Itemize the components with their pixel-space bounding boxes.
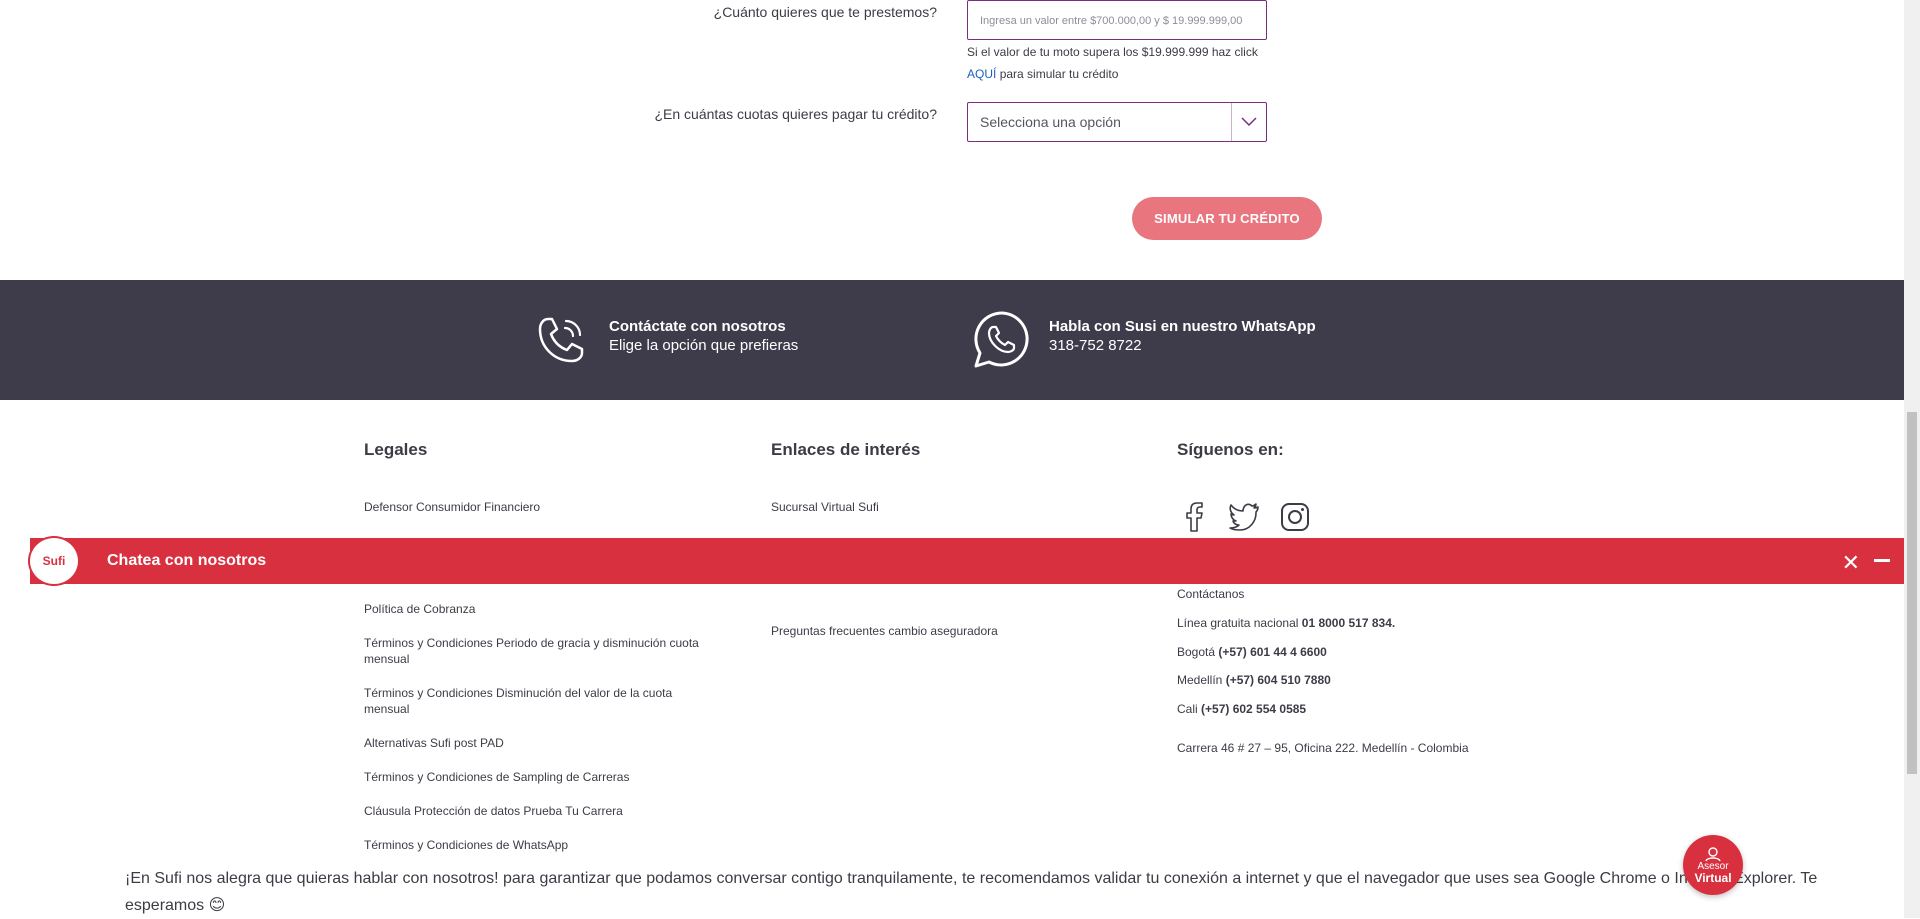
line-nacional-label: Línea gratuita nacional (1177, 616, 1299, 630)
legal-link-defensor[interactable]: Defensor Consumidor Financiero (364, 499, 540, 515)
line-bogota-value[interactable]: (+57) 601 44 4 6600 (1218, 645, 1326, 659)
installments-label: ¿En cuántas cuotas quieres pagar tu créd… (654, 106, 937, 122)
amount-input-wrapper (967, 0, 1268, 41)
link-preguntas-aseguradora[interactable]: Preguntas frecuentes cambio aseguradora (771, 623, 998, 639)
phone-icon[interactable] (534, 313, 588, 367)
instagram-icon[interactable] (1278, 500, 1312, 534)
sufi-logo: Sufi (30, 538, 78, 584)
simulate-credit-button[interactable]: SIMULAR TU CRÉDITO (1132, 197, 1322, 240)
line-bogota: Bogotá (+57) 601 44 4 6600 (1177, 645, 1327, 659)
amount-hint-text: Si el valor de tu moto supera los $19.99… (967, 45, 1258, 59)
siguenos-title: Síguenos en: (1177, 440, 1284, 459)
line-medellin-label: Medellín (1177, 673, 1223, 687)
line-nacional-value[interactable]: 01 8000 517 834. (1302, 616, 1395, 630)
contact-subtitle: Elige la opción que prefieras (609, 337, 799, 354)
line-nacional: Línea gratuita nacional 01 8000 517 834. (1177, 616, 1395, 630)
whatsapp-number[interactable]: 318-752 8722 (1049, 337, 1142, 354)
whatsapp-icon[interactable] (971, 309, 1033, 371)
amount-input[interactable] (968, 1, 1268, 41)
legal-link-proteccion-datos[interactable]: Cláusula Protección de datos Prueba Tu C… (364, 803, 623, 819)
installments-select[interactable]: Selecciona una opción (967, 102, 1267, 142)
close-icon[interactable]: ✕ (1842, 550, 1860, 576)
legal-link-disminucion-cuota[interactable]: Términos y Condiciones Disminución del v… (364, 685, 704, 717)
chevron-down-icon[interactable] (1231, 103, 1266, 141)
installments-selected: Selecciona una opción (980, 114, 1121, 130)
legales-title: Legales (364, 440, 428, 459)
chat-message: ¡En Sufi nos alegra que quieras hablar c… (125, 870, 1818, 914)
agent-icon (1705, 847, 1721, 862)
legal-link-periodo-gracia[interactable]: Términos y Condiciones Periodo de gracia… (364, 635, 714, 667)
whatsapp-title[interactable]: Habla con Susi en nuestro WhatsApp (1049, 318, 1316, 335)
amount-hint-line2: AQUÍ para simular tu crédito (967, 67, 1118, 81)
chat-title: Chatea con nosotros (107, 552, 267, 569)
asesor-virtual-button[interactable]: Asesor Virtual (1683, 835, 1743, 895)
legal-link-whatsapp[interactable]: Términos y Condiciones de WhatsApp (364, 837, 568, 853)
chat-header[interactable]: Sufi Chatea con nosotros ✕ (30, 538, 1904, 584)
link-sucursal-virtual[interactable]: Sucursal Virtual Sufi (771, 499, 879, 515)
contact-band (0, 280, 1904, 400)
line-medellin: Medellín (+57) 604 510 7880 (1177, 673, 1331, 687)
twitter-icon[interactable] (1227, 500, 1261, 534)
minimize-icon[interactable] (1874, 559, 1890, 562)
legal-link-cobranza[interactable]: Política de Cobranza (364, 601, 475, 617)
scrollbar-thumb[interactable] (1907, 412, 1917, 774)
virtual-label: Virtual (1694, 871, 1732, 885)
amount-hint-after: para simular tu crédito (999, 67, 1119, 81)
address: Carrera 46 # 27 – 95, Oficina 222. Medel… (1177, 741, 1469, 755)
legal-link-alternativas-pad[interactable]: Alternativas Sufi post PAD (364, 735, 504, 751)
legal-link-sampling-carreras[interactable]: Términos y Condiciones de Sampling de Ca… (364, 769, 629, 785)
amount-hint: Si el valor de tu moto supera los $19.99… (967, 45, 1287, 59)
line-bogota-label: Bogotá (1177, 645, 1216, 659)
contactanos-title: Contáctanos (1177, 587, 1245, 601)
line-cali: Cali (+57) 602 554 0585 (1177, 702, 1306, 716)
sufi-logo-text: Sufi (42, 554, 66, 568)
facebook-icon[interactable] (1177, 500, 1211, 534)
amount-label: ¿Cuánto quieres que te prestemos? (713, 4, 937, 20)
enlaces-title: Enlaces de interés (771, 440, 921, 459)
contact-title[interactable]: Contáctate con nosotros (609, 318, 786, 335)
line-cali-label: Cali (1177, 702, 1198, 716)
line-cali-value[interactable]: (+57) 602 554 0585 (1201, 702, 1306, 716)
line-medellin-value[interactable]: (+57) 604 510 7880 (1226, 673, 1331, 687)
aqui-link[interactable]: AQUÍ (967, 67, 996, 81)
